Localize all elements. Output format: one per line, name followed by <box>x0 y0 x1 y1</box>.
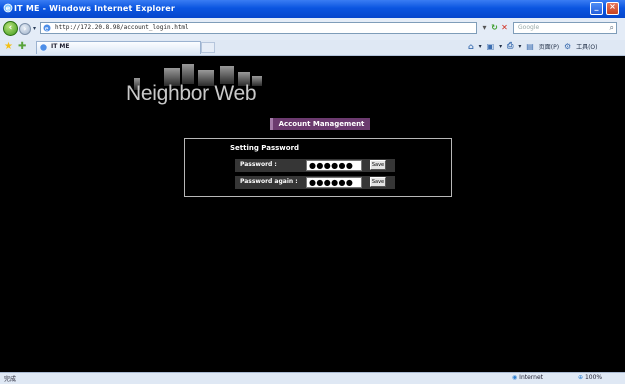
logo-text: Neighbor Web <box>126 82 257 105</box>
magnifier-icon: ⊕ <box>578 374 584 381</box>
address-bar-row: ‹ › ▾ e http://172.20.8.98/account_login… <box>0 18 625 41</box>
forward-arrow-icon: › <box>23 25 27 33</box>
page-menu[interactable]: 页面(P) <box>539 42 559 51</box>
recent-pages-dropdown-icon[interactable]: ▾ <box>33 25 36 32</box>
back-button[interactable]: ‹ <box>3 21 18 36</box>
search-placeholder: Google <box>518 24 540 31</box>
page-icon: e <box>43 24 51 32</box>
tab-active[interactable]: IT ME <box>36 41 201 54</box>
address-tools: ▾ ↻ ✕ <box>480 22 510 34</box>
tab-page-icon <box>40 44 47 51</box>
tab-label: IT ME <box>51 43 70 50</box>
tools-menu-icon: ⚙ <box>564 41 572 51</box>
title-bar: e IT ME - Windows Internet Explorer _ × <box>0 0 625 18</box>
security-zone: ◉ Internet <box>512 374 543 381</box>
svg-text:e: e <box>45 25 49 32</box>
search-icon[interactable]: ⌕ <box>610 23 614 33</box>
ie-logo-icon: e <box>3 3 13 13</box>
forward-button[interactable]: › <box>19 23 31 35</box>
window-title: IT ME - Windows Internet Explorer <box>14 4 176 13</box>
password-again-label: Password again : <box>240 178 298 185</box>
address-input[interactable]: e http://172.20.8.98/account_login.html <box>40 22 477 34</box>
stop-icon[interactable]: ✕ <box>500 22 509 33</box>
svg-text:e: e <box>6 5 11 13</box>
favorites-tab-bar: ★ ✚ IT ME ⌂ ▾ ▣ ▾ ⎙ ▾ ▤ 页面(P) ⚙ 工具(O) <box>0 40 625 56</box>
save-password-button[interactable]: Save <box>370 160 386 170</box>
print-dropdown-icon[interactable]: ▾ <box>518 43 521 50</box>
zoom-level[interactable]: ⊕ 100% <box>578 374 602 381</box>
page-menu-icon: ▤ <box>526 41 534 51</box>
close-button[interactable]: × <box>606 2 619 15</box>
address-dropdown-icon[interactable]: ▾ <box>480 22 489 33</box>
password-again-row: Password again : ●●●●●● Save <box>235 176 395 189</box>
password-again-field[interactable]: ●●●●●● <box>306 177 362 188</box>
new-tab-button[interactable] <box>201 42 215 53</box>
home-dropdown-icon[interactable]: ▾ <box>479 43 482 50</box>
feeds-icon[interactable]: ▣ <box>487 42 495 51</box>
command-bar: ⌂ ▾ ▣ ▾ ⎙ ▾ ▤ 页面(P) ⚙ 工具(O) <box>468 41 601 54</box>
add-favorites-icon[interactable]: ✚ <box>18 41 26 52</box>
zone-label: Internet <box>519 374 543 381</box>
password-label: Password : <box>240 161 277 168</box>
refresh-icon[interactable]: ↻ <box>490 22 499 33</box>
account-management-tab[interactable]: Account Management <box>270 118 370 130</box>
zoom-label: 100% <box>584 374 603 381</box>
tools-menu[interactable]: 工具(O) <box>576 42 597 51</box>
neighbor-web-logo: Neighbor Web <box>126 64 272 108</box>
password-field[interactable]: ●●●●●● <box>306 160 362 171</box>
password-row: Password : ●●●●●● Save <box>235 159 395 172</box>
panel-title: Setting Password <box>230 144 300 152</box>
home-icon[interactable]: ⌂ <box>468 42 474 51</box>
print-icon[interactable]: ⎙ <box>507 41 513 51</box>
logo-block <box>182 64 194 84</box>
url-text: http://172.20.8.98/account_login.html <box>55 24 189 31</box>
setting-password-panel: Setting Password Password : ●●●●●● Save … <box>184 138 452 197</box>
status-text: 完成 <box>4 376 17 383</box>
status-bar: 完成 ◉ Internet ⊕ 100% <box>0 372 625 384</box>
favorites-star-icon[interactable]: ★ <box>4 41 13 52</box>
back-arrow-icon: ‹ <box>8 23 13 33</box>
page-content: Neighbor Web Account Management Setting … <box>8 56 617 372</box>
save-password-again-button[interactable]: Save <box>370 177 386 187</box>
search-input[interactable]: Google ⌕ <box>513 22 617 34</box>
globe-icon: ◉ <box>512 374 518 381</box>
minimize-button[interactable]: _ <box>590 2 603 15</box>
feeds-dropdown-icon[interactable]: ▾ <box>499 43 502 50</box>
